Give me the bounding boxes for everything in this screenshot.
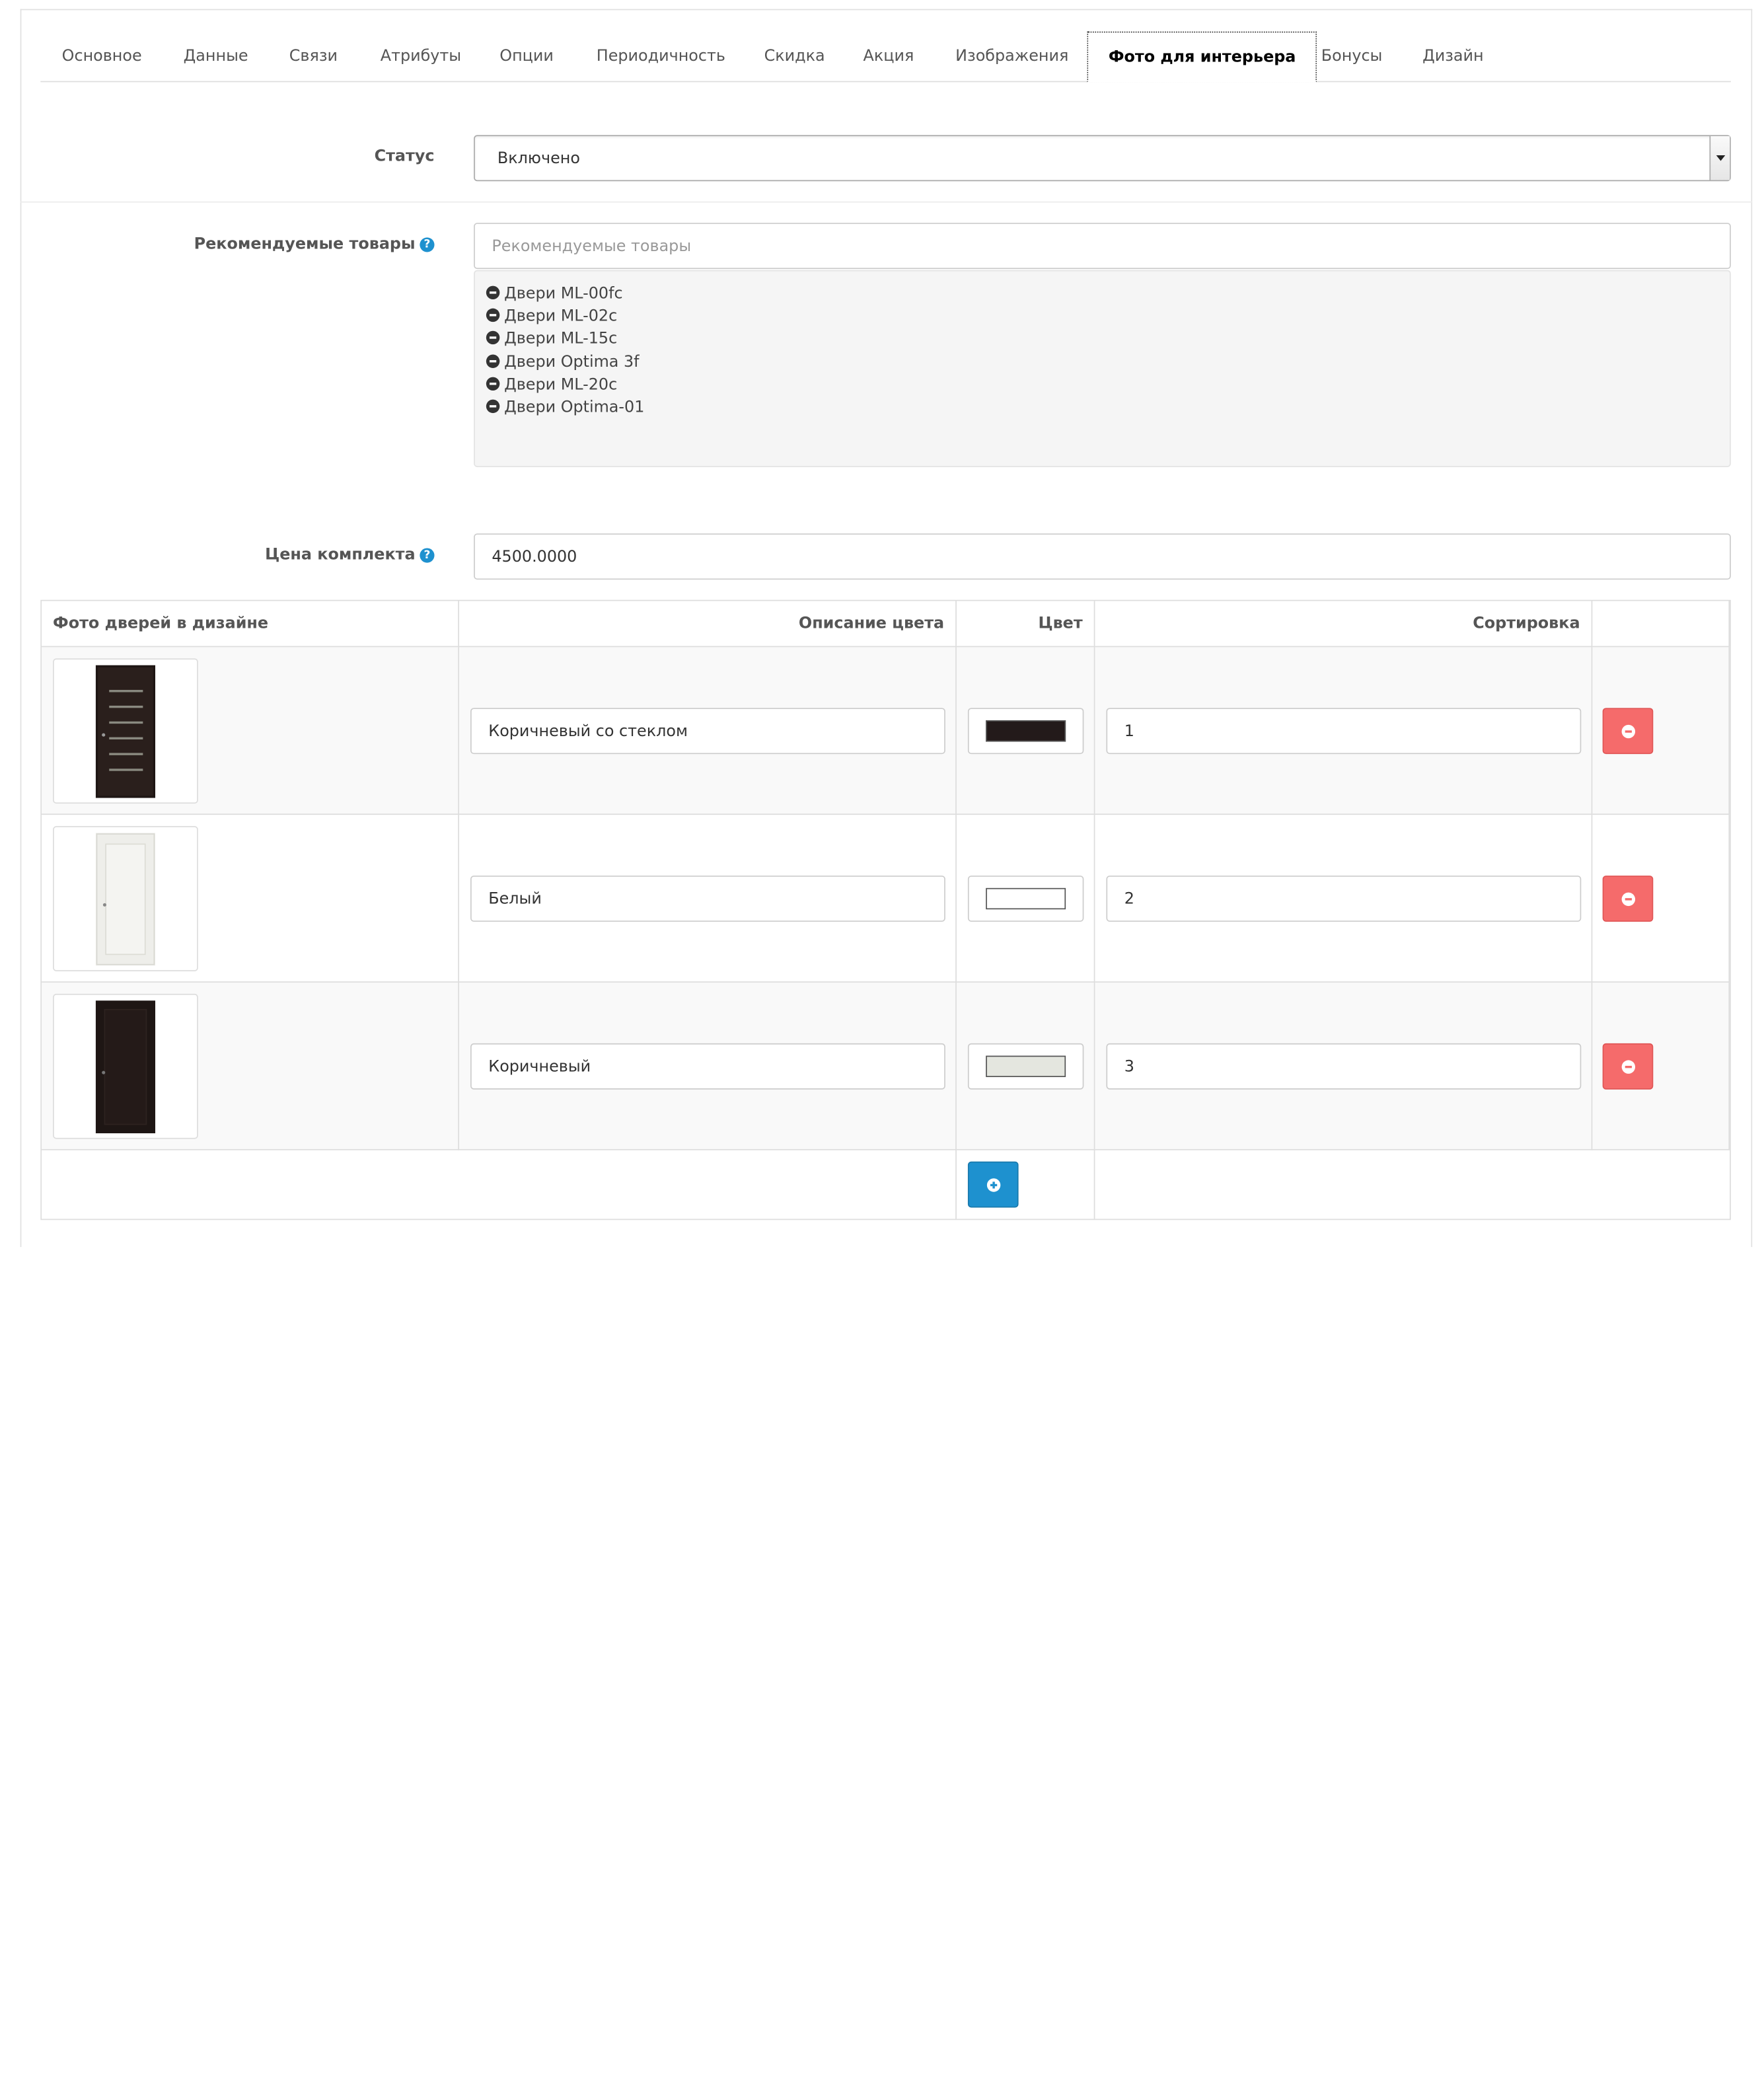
color-description-input[interactable]: Коричневый со стеклом (470, 708, 945, 755)
tab-links[interactable]: Связи (269, 32, 358, 81)
footer-spacer (42, 1150, 957, 1219)
header-sort: Сортировка (1095, 601, 1593, 648)
status-select-value: Включено (497, 149, 580, 168)
header-actions (1592, 601, 1730, 648)
sort-order-input[interactable]: 2 (1106, 876, 1582, 922)
tab-options[interactable]: Опции (480, 32, 574, 81)
door-thumbnail[interactable] (53, 826, 198, 971)
color-swatch (986, 887, 1066, 910)
tab-attributes[interactable]: Атрибуты (360, 32, 482, 81)
recommended-item[interactable]: Двери Optima-01 (486, 396, 1718, 419)
recommended-item-label: Двери Optima 3f (504, 353, 640, 371)
minus-circle-icon[interactable] (486, 399, 500, 414)
recommended-products-list: Двери ML-00fc Двери ML-02c Двери ML-15c … (474, 270, 1731, 467)
help-icon[interactable]: ? (420, 237, 435, 252)
color-cell (956, 982, 1095, 1150)
sort-order-input[interactable]: 1 (1106, 708, 1582, 755)
footer-spacer (1095, 1150, 1730, 1219)
tab-images[interactable]: Изображения (936, 32, 1089, 81)
sort-cell: 1 (1095, 647, 1593, 815)
recommended-placeholder: Рекомендуемые товары (492, 237, 692, 256)
remove-row-button[interactable] (1602, 876, 1654, 922)
color-picker[interactable] (967, 1043, 1084, 1090)
minus-circle-icon[interactable] (486, 309, 500, 322)
photo-cell (42, 647, 459, 815)
tab-interior-photos[interactable]: Фото для интерьера (1087, 31, 1317, 83)
actions-cell (1592, 815, 1730, 983)
price-label: Цена комплекта? (112, 546, 435, 564)
tab-discount[interactable]: Скидка (744, 32, 845, 81)
price-label-text: Цена комплекта (265, 546, 416, 564)
sort-order-input[interactable]: 3 (1106, 1043, 1582, 1090)
tab-bonuses[interactable]: Бонусы (1301, 32, 1403, 81)
color-cell (956, 815, 1095, 983)
status-label: Статус (374, 147, 435, 166)
chevron-down-icon (1709, 136, 1730, 180)
help-icon[interactable]: ? (420, 548, 435, 563)
recommended-item[interactable]: Двери ML-02c (486, 305, 1718, 328)
recommended-label: Рекомендуемые товары? (112, 235, 435, 254)
door-thumbnail[interactable] (53, 658, 198, 804)
sort-cell: 3 (1095, 982, 1593, 1150)
tab-recurring[interactable]: Периодичность (576, 32, 745, 81)
photo-cell (42, 982, 459, 1150)
row-divider (20, 201, 1753, 203)
plus-circle-icon (986, 1178, 1001, 1192)
door-dark-image (95, 1000, 156, 1134)
add-cell (957, 1150, 1095, 1219)
recommended-item-label: Двери Optima-01 (504, 398, 645, 417)
color-swatch (986, 1055, 1066, 1077)
recommended-item-label: Двери ML-00fc (504, 284, 623, 303)
remove-row-button[interactable] (1602, 708, 1654, 755)
door-dark-glass-image (95, 665, 156, 798)
color-description-input[interactable]: Белый (470, 876, 945, 922)
actions-cell (1592, 982, 1730, 1150)
recommended-item-label: Двери ML-02c (504, 307, 618, 326)
page: Основное Данные Связи Атрибуты Опции Пер… (0, 0, 1764, 2100)
actions-cell (1592, 647, 1730, 815)
tab-data[interactable]: Данные (163, 32, 268, 81)
header-photo: Фото дверей в дизайне (42, 601, 459, 648)
recommended-item[interactable]: Двери ML-00fc (486, 283, 1718, 305)
price-input[interactable]: 4500.0000 (474, 533, 1731, 580)
recommended-item[interactable]: Двери ML-20c (486, 373, 1718, 396)
tab-design[interactable]: Дизайн (1402, 32, 1504, 81)
description-cell: Белый (459, 815, 957, 983)
header-description: Описание цвета (459, 601, 957, 648)
tab-special[interactable]: Акция (843, 32, 934, 81)
color-swatch (986, 720, 1066, 742)
recommended-item[interactable]: Двери Optima 3f (486, 351, 1718, 373)
minus-circle-icon[interactable] (486, 331, 500, 345)
sort-cell: 2 (1095, 815, 1593, 983)
color-picker[interactable] (967, 876, 1084, 922)
minus-circle-icon (1621, 1060, 1636, 1074)
minus-circle-icon (1621, 892, 1636, 907)
design-photos-table: Фото дверей в дизайне Описание цвета Цве… (40, 599, 1731, 1220)
recommended-item-label: Двери ML-15c (504, 330, 618, 348)
recommended-item-label: Двери ML-20c (504, 375, 618, 394)
recommended-item[interactable]: Двери ML-15c (486, 328, 1718, 350)
header-color: Цвет (956, 601, 1095, 648)
photo-cell (42, 815, 459, 983)
door-thumbnail[interactable] (53, 993, 198, 1139)
color-description-input[interactable]: Коричневый (470, 1043, 945, 1090)
add-row-button[interactable] (967, 1161, 1019, 1208)
tab-bar: Основное Данные Связи Атрибуты Опции Пер… (40, 31, 1731, 83)
minus-circle-icon[interactable] (486, 354, 500, 368)
recommended-search-input[interactable]: Рекомендуемые товары (474, 223, 1731, 270)
color-cell (956, 647, 1095, 815)
minus-circle-icon[interactable] (486, 377, 500, 391)
recommended-label-text: Рекомендуемые товары (194, 235, 416, 254)
status-select[interactable]: Включено (474, 135, 1731, 182)
minus-circle-icon[interactable] (486, 285, 500, 300)
remove-row-button[interactable] (1602, 1043, 1654, 1090)
description-cell: Коричневый со стеклом (459, 647, 957, 815)
minus-circle-icon (1621, 724, 1636, 739)
description-cell: Коричневый (459, 982, 957, 1150)
color-picker[interactable] (967, 708, 1084, 755)
door-white-image (95, 833, 156, 966)
tab-general[interactable]: Основное (42, 32, 162, 81)
